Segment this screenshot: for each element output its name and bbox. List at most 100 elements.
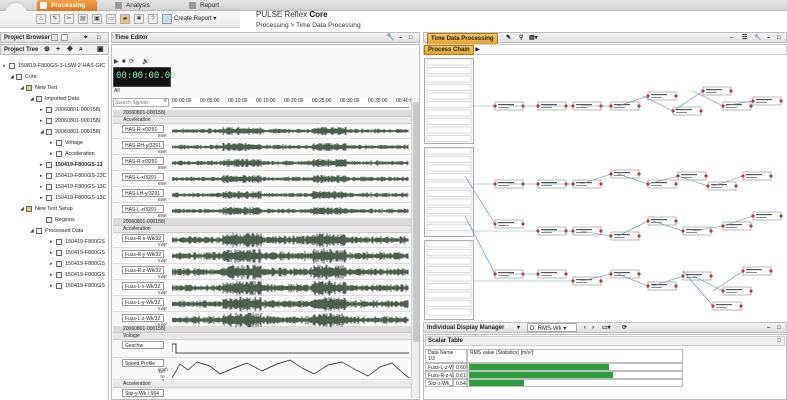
tree-search-icon[interactable]: ⌕ [79, 45, 83, 55]
view-menu-icon[interactable]: ▭▾ [602, 323, 611, 333]
tree-item[interactable]: ▸ 150419-F800GS [50, 237, 105, 248]
signal-label[interactable]: Fuss-L-x-Wk/32 [122, 282, 164, 290]
tree-item[interactable]: ▸ 20060801-000158( [40, 105, 101, 116]
play-icon[interactable]: ▶ [114, 59, 119, 65]
signal-label[interactable]: HAS-RH-y/3291 [122, 141, 164, 149]
signal-label[interactable]: Fuss-L-y-Wk/32 [122, 298, 164, 306]
tree-item-selected[interactable]: ▸ 150419-F800GS-13 [40, 160, 103, 171]
tree-item[interactable]: ▸ Acceleration [50, 149, 95, 160]
pencil-icon[interactable]: ✎ [506, 33, 511, 43]
maximize-icon[interactable]: □ [777, 33, 781, 43]
tree-imported-data[interactable]: ◢ Imported Data [30, 94, 79, 105]
signal-label[interactable]: Fuss-R-x-Wk/32 [122, 234, 164, 242]
create-report-button[interactable]: Create Report ▾ [174, 15, 216, 22]
column-header-value[interactable]: RMS value (Statistics) [m/s²] [467, 349, 683, 363]
wrench-icon[interactable]: 🔧 [386, 33, 395, 43]
process-chain-canvas[interactable] [423, 56, 787, 320]
chain-node[interactable] [702, 86, 732, 96]
chain-node[interactable] [682, 226, 712, 236]
signal-label[interactable]: HAS-LH-y/3291 [122, 189, 164, 197]
maximize-icon[interactable]: □ [777, 323, 781, 333]
chain-play-icon[interactable]: ▶ [475, 47, 480, 53]
chain-node[interactable] [742, 171, 772, 181]
scalar-maximize-icon[interactable]: □ [777, 337, 781, 346]
tree-core[interactable]: ◢ Core [10, 72, 37, 83]
signal-label[interactable]: Geschw [122, 341, 164, 349]
browser-toggle-icon[interactable] [51, 34, 58, 41]
layout-icon[interactable]: ▤▾ [529, 33, 538, 43]
tab-analysis[interactable]: Analysis [112, 0, 162, 11]
tree-new-test-setup[interactable]: ◢ New Test Setup [20, 204, 73, 215]
tree-item[interactable]: ▸ 150419-F800GS [50, 259, 105, 270]
chain-node[interactable] [712, 301, 742, 311]
tree-move-icon[interactable]: ✥ [67, 45, 73, 55]
search-signals-input[interactable] [114, 99, 160, 106]
link-icon[interactable]: ⚲ [519, 33, 523, 43]
chain-node[interactable] [647, 91, 677, 101]
volume-icon[interactable]: 🔊 [142, 59, 149, 65]
tree-item[interactable]: ▸ Voltage [50, 138, 83, 149]
column-header-name[interactable]: Data Name 1/3 [425, 349, 467, 363]
folder-icon[interactable]: ▰ [120, 14, 130, 24]
tree-new-test[interactable]: ◢ New Test [20, 83, 57, 94]
stop-icon[interactable]: ■ [122, 59, 126, 65]
tree-item[interactable]: ▸ 150419-F800GS [50, 281, 105, 292]
chain-node[interactable] [647, 179, 677, 189]
chain-node[interactable] [752, 211, 782, 221]
nav-right-icon[interactable]: › [592, 323, 594, 333]
tree-item[interactable]: ▸ 20060801-000158( [40, 116, 101, 127]
refresh-icon[interactable]: ⟳ [622, 323, 627, 333]
cut-icon[interactable]: ✂ [64, 14, 74, 24]
time-editor-scrollbar[interactable] [411, 98, 419, 398]
signal-search[interactable]: ⌕ [113, 98, 169, 107]
signal-label[interactable]: Speed Profile [122, 359, 164, 367]
minimize-icon[interactable]: – [399, 33, 402, 43]
chain-node[interactable] [742, 266, 772, 276]
tree-delete-icon[interactable]: ▣ [97, 45, 104, 55]
tab-report[interactable]: Report [186, 0, 236, 11]
tree-item[interactable]: ▸ 150419-F800GS [50, 248, 105, 259]
signal-label[interactable]: Fuss-R-z-Wk/32 [122, 266, 164, 274]
tab-processing[interactable]: Processing [37, 0, 97, 11]
tree-add-icon[interactable]: + [56, 45, 60, 55]
browser-view-icon[interactable] [61, 34, 68, 41]
signal-label[interactable]: HAS-L-z/3291 [122, 205, 164, 213]
waveform-canvas[interactable] [172, 124, 409, 400]
home-icon[interactable]: ⌂ [36, 14, 46, 24]
tab-process-chain[interactable]: Process Chain [424, 45, 474, 55]
signal-label[interactable]: HAS-R-x/3291 [122, 125, 164, 133]
settings-icon[interactable]: ✱ [134, 14, 144, 24]
split-icon[interactable]: ⇔ [729, 33, 735, 43]
open-icon[interactable]: ▭ [106, 14, 116, 24]
browser-pin-icon[interactable]: ⌖ [84, 33, 87, 43]
tree-regions[interactable]: Regions [40, 215, 75, 226]
sliders-icon[interactable]: ☰ [742, 33, 747, 43]
browser-maximize-icon[interactable]: □ [97, 33, 101, 43]
tree-expand-icon[interactable]: ⊕ [44, 45, 50, 55]
loop-icon[interactable]: ⟳ [129, 59, 134, 65]
tree-item[interactable]: ▸ 150419-F800GS-13C [40, 193, 107, 204]
display-selector[interactable]: D: RMS-Wk ▾ [527, 323, 577, 332]
tree-item[interactable]: ▸ 150419-F800GS [50, 270, 105, 281]
scrollbar-thumb[interactable] [413, 102, 419, 342]
tree-item[interactable]: ▸ 150419-F800GS-13C [40, 182, 107, 193]
signal-label[interactable]: HAS-R-z/3291 [122, 157, 164, 165]
chain-node[interactable] [572, 276, 602, 286]
tree-item[interactable]: ▸ 150419-F800GS-13C [40, 171, 107, 182]
wrench-icon[interactable]: 🔧 [754, 33, 761, 43]
chain-node[interactable] [752, 96, 782, 106]
chain-node[interactable] [610, 231, 640, 241]
signal-label[interactable]: Fuss-R-y-Wk/32 [122, 250, 164, 258]
maximize-icon[interactable]: □ [409, 33, 413, 43]
selector-prev-icon[interactable]: ▾ [517, 323, 520, 333]
signal-group-header[interactable]: 20060801-000158( [113, 110, 411, 117]
chain-node[interactable] [722, 101, 752, 111]
tree-processed-data[interactable]: ◢ Processed Data [30, 226, 83, 237]
chain-node[interactable] [722, 286, 752, 296]
tree-root[interactable]: ▸ 150819-F800GS-3-LSW-2-HAS-GIC [3, 61, 109, 72]
tree-item[interactable]: ◢ 20060801-000158( [40, 127, 101, 138]
table-icon[interactable]: ▤ [78, 14, 88, 24]
chain-node[interactable] [610, 169, 640, 179]
nav-left-icon[interactable]: ‹ [584, 323, 586, 333]
signal-label[interactable]: Fuss-L-z-Wk/32 [122, 314, 164, 322]
